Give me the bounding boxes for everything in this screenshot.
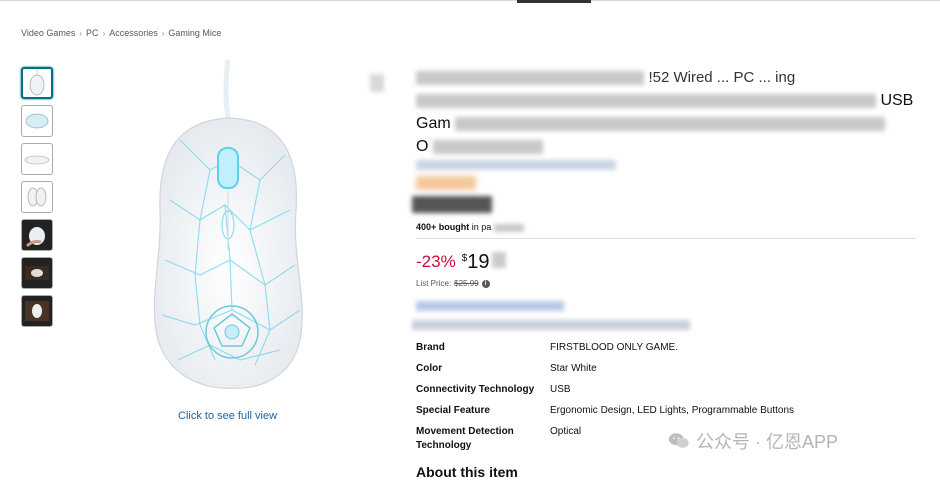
title-line-3-text: Gam <box>416 115 451 132</box>
list-price-label: List Price: <box>416 279 452 288</box>
info-icon[interactable]: i <box>481 279 490 288</box>
top-divider <box>0 0 940 1</box>
bought-count-bold: 400+ bought <box>416 222 470 232</box>
spec-row: Special Feature Ergonomic Design, LED Li… <box>416 402 836 423</box>
spec-value: FIRSTBLOOD ONLY GAME. <box>550 342 678 353</box>
title-line-4-text: O <box>416 138 429 155</box>
product-title: !52 Wired ... PC ... ing USB Gam O <box>416 66 916 158</box>
price-whole: 19 <box>467 251 490 273</box>
badge-redacted <box>412 196 492 213</box>
full-view-link[interactable]: Click to see full view <box>178 410 277 422</box>
thumbnail-4[interactable] <box>21 181 53 213</box>
thumbnail-5[interactable] <box>21 219 53 251</box>
spec-key: Connectivity Technology <box>416 384 535 395</box>
price-block: -23% $ 19 <box>416 252 506 272</box>
spec-row: Brand FIRSTBLOOD ONLY GAME. <box>416 339 836 360</box>
watermark: 公众号 · 亿恩APP <box>668 428 838 454</box>
spec-key: Color <box>416 363 443 374</box>
spec-value: USB <box>550 384 571 395</box>
watermark-text: 公众号 · 亿恩APP <box>696 432 839 452</box>
thumbnail-3[interactable] <box>21 143 53 175</box>
spec-row: Color Star White <box>416 360 836 381</box>
bought-count: 400+ bought in pa <box>416 222 524 232</box>
spec-value: Ergonomic Design, LED Lights, Programmab… <box>550 405 795 416</box>
thumbnail-1[interactable] <box>21 67 53 99</box>
breadcrumb-pc[interactable]: PC <box>86 28 99 38</box>
thumbnail-strip <box>21 67 54 333</box>
title-line-4: O <box>416 135 916 158</box>
price-fraction-redacted <box>491 252 506 268</box>
title-line-1: !52 Wired ... PC ... ing <box>416 66 916 89</box>
spec-key: Movement Detection Technology <box>416 426 514 451</box>
title-line-2-text: USB <box>880 92 914 109</box>
title-line-2: USB <box>416 89 916 112</box>
thumbnail-6[interactable] <box>21 257 53 289</box>
product-main-image[interactable] <box>140 59 320 400</box>
list-price-value: $25.99 <box>454 279 479 288</box>
delivery-redacted <box>416 301 564 311</box>
breadcrumb-separator: › <box>102 28 106 38</box>
title-line-3: Gam <box>416 112 916 135</box>
spec-key: Brand <box>416 342 445 353</box>
discount-percent: -23% <box>416 252 456 271</box>
thumbnail-7[interactable] <box>21 295 53 327</box>
active-tab-indicator <box>517 0 591 3</box>
spec-row: Connectivity Technology USB <box>416 381 836 402</box>
breadcrumb-separator: › <box>161 28 165 38</box>
list-price: List Price: $25.99 i <box>416 279 490 288</box>
breadcrumb-separator: › <box>79 28 83 38</box>
breadcrumb: Video Games › PC › Accessories › Gaming … <box>21 28 221 38</box>
breadcrumb-video-games[interactable]: Video Games <box>21 28 75 38</box>
section-divider <box>416 238 916 239</box>
title-line-1-text: !52 Wired ... PC ... ing <box>648 69 796 86</box>
about-heading: About this item <box>416 464 518 480</box>
returns-redacted <box>412 320 690 330</box>
thumbnail-2[interactable] <box>21 105 53 137</box>
spec-value: Star White <box>550 363 597 374</box>
rating-redacted[interactable] <box>416 176 476 190</box>
wechat-icon <box>668 433 689 448</box>
breadcrumb-gaming-mice[interactable]: Gaming Mice <box>168 28 221 38</box>
breadcrumb-accessories[interactable]: Accessories <box>109 28 158 38</box>
spec-key: Special Feature <box>416 405 490 416</box>
redacted-mark <box>370 74 384 92</box>
store-link-redacted[interactable] <box>416 160 616 170</box>
bought-count-rest: in pa <box>471 222 492 232</box>
